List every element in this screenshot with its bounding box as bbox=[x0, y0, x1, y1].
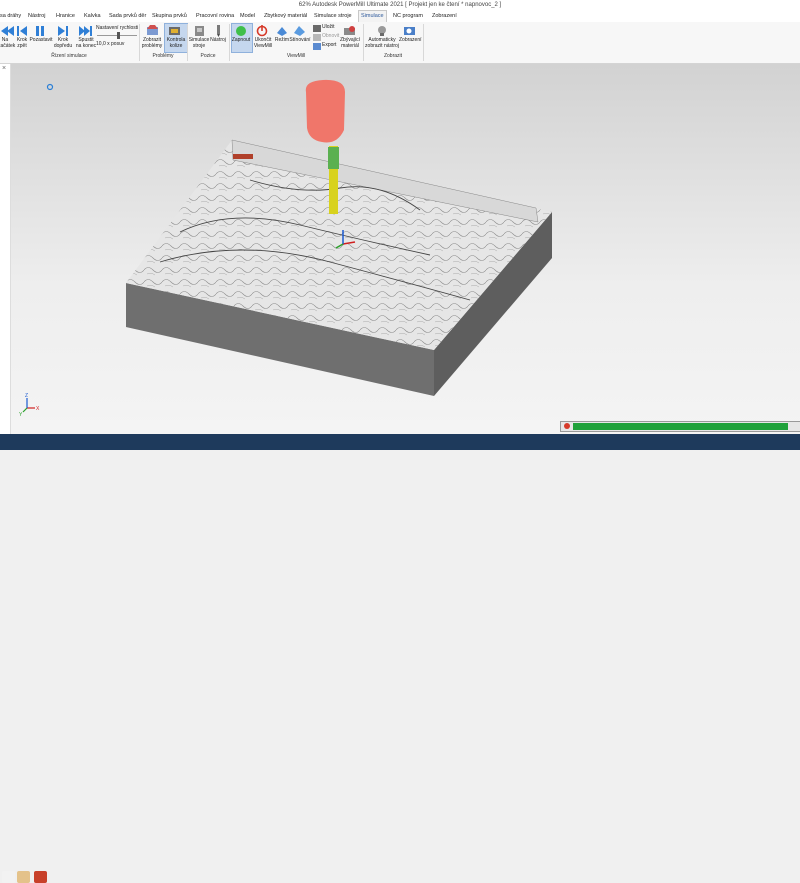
simulation-progress-fill bbox=[573, 423, 788, 430]
close-icon[interactable]: × bbox=[2, 65, 6, 72]
tab-kalvka[interactable]: Kalvka bbox=[84, 11, 101, 22]
tab-zobrazeni[interactable]: Zobrazení bbox=[432, 11, 457, 22]
zobrazit-problemy-button[interactable]: Zobrazit problémy bbox=[141, 37, 163, 49]
mode-icon bbox=[277, 27, 287, 36]
taskbar-app-icon[interactable] bbox=[17, 871, 30, 883]
obnovit-button[interactable]: Obnovit bbox=[322, 33, 339, 40]
automaticky-zobrazit-nastroj-button[interactable]: Automaticky zobrazit nástroj bbox=[364, 37, 400, 49]
export-button[interactable]: Export bbox=[322, 42, 336, 49]
restore-icon bbox=[313, 34, 321, 41]
taskbar bbox=[0, 434, 800, 883]
ribbon: Na začátek Krok zpět Pozastavit Krok dop… bbox=[0, 22, 800, 64]
spustit-na-konec-button[interactable]: Spustit na konec bbox=[74, 37, 98, 49]
tool-holder bbox=[305, 79, 345, 143]
power-on-icon bbox=[236, 26, 246, 36]
pause-icon bbox=[36, 26, 44, 36]
tab-simulace-stroje[interactable]: Simulace stroje bbox=[314, 11, 352, 22]
save-icon bbox=[313, 25, 321, 32]
step-back-icon bbox=[17, 26, 27, 36]
step-forward-icon bbox=[58, 26, 68, 36]
tool-icon bbox=[217, 25, 220, 37]
zbyvajici-material-button[interactable]: Zbývající materiál bbox=[338, 37, 362, 49]
tab-drahy[interactable]: sa dráhy bbox=[0, 11, 21, 22]
world-z-label: Z bbox=[25, 393, 28, 399]
lightbulb-icon bbox=[378, 26, 386, 36]
collision-check-icon bbox=[169, 27, 180, 35]
pozastavit-button[interactable]: Pozastavit bbox=[28, 37, 54, 44]
stinovani-button[interactable]: Stínování bbox=[289, 37, 311, 44]
na-zacatek-button[interactable]: Na začátek bbox=[0, 37, 15, 49]
tool-collar bbox=[328, 147, 339, 169]
tab-skupina-prvku[interactable]: Skupina prvků bbox=[152, 11, 187, 22]
stop-icon[interactable] bbox=[564, 423, 570, 429]
krok-dopredu-button[interactable]: Krok dopředu bbox=[52, 37, 74, 49]
rail-marker bbox=[233, 154, 253, 159]
posuv-value: 10,0 x posuv bbox=[96, 41, 125, 47]
ribbon-separator bbox=[423, 24, 424, 61]
speed-slider-thumb[interactable] bbox=[117, 32, 120, 39]
group-label-pozice: Pozice bbox=[200, 53, 216, 59]
tab-zbytkovy-material[interactable]: Zbytkový materiál bbox=[264, 11, 307, 22]
window-title: 62% Autodesk PowerMill Ultimate 2021 [ P… bbox=[0, 0, 800, 11]
zobrazeni-button[interactable]: Zobrazení bbox=[399, 37, 422, 44]
group-label-zobrazit: Zobrazit bbox=[383, 53, 403, 59]
tab-nc-program[interactable]: NC program bbox=[393, 11, 423, 22]
tab-pracovni-rovina[interactable]: Pracovní rovina bbox=[196, 11, 234, 22]
group-label-problemy: Problémy bbox=[152, 53, 174, 59]
nastroj-button[interactable]: Nástroj bbox=[208, 37, 228, 44]
problems-icon bbox=[147, 25, 158, 35]
ukoncit-viewmill-button[interactable]: Ukončit ViewMill bbox=[252, 37, 274, 49]
machine-simulation-icon bbox=[195, 26, 204, 36]
rezim-button[interactable]: Režim bbox=[274, 37, 290, 44]
export-icon bbox=[313, 43, 321, 50]
world-y-label: Y bbox=[19, 412, 23, 418]
busy-spinner-icon bbox=[46, 83, 54, 91]
viewport-scene: X Y Z bbox=[19, 79, 552, 418]
taskbar-powermill-icon[interactable] bbox=[34, 871, 47, 883]
zapnout-button[interactable]: Zapnout bbox=[231, 37, 251, 44]
group-label-rizeni-simulace: Řízení simulace bbox=[51, 53, 87, 59]
simulace-stroje-button[interactable]: Simulace stroje bbox=[188, 37, 210, 49]
world-x-label: X bbox=[36, 406, 40, 412]
skip-to-start-icon bbox=[1, 26, 14, 36]
display-icon bbox=[404, 27, 415, 35]
taskbar-app-icon[interactable] bbox=[2, 871, 15, 883]
explorer-panel[interactable]: × bbox=[0, 64, 11, 434]
tab-model[interactable]: Model bbox=[240, 11, 255, 22]
group-label-viewmill: ViewMill bbox=[286, 53, 306, 59]
tab-sada-prvku-der[interactable]: Sada prvků děr bbox=[109, 11, 146, 22]
nastaveni-rychlosti-label: Nastavení rychlosti bbox=[96, 25, 139, 31]
ulozit-button[interactable]: Uložit bbox=[322, 24, 335, 31]
tab-nastroj[interactable]: Nástroj bbox=[28, 11, 45, 22]
power-off-icon bbox=[256, 25, 268, 37]
run-to-end-icon bbox=[79, 26, 92, 36]
kontrola-kolize-button[interactable]: Kontrola kolize bbox=[164, 37, 188, 49]
shading-icon bbox=[294, 26, 305, 36]
tab-hranice[interactable]: Hranice bbox=[56, 11, 75, 22]
graphics-viewport[interactable]: X Y Z bbox=[11, 64, 800, 434]
simulation-progress-bar bbox=[560, 421, 800, 432]
world-y-axis bbox=[22, 407, 28, 413]
remaining-material-icon bbox=[344, 26, 355, 35]
